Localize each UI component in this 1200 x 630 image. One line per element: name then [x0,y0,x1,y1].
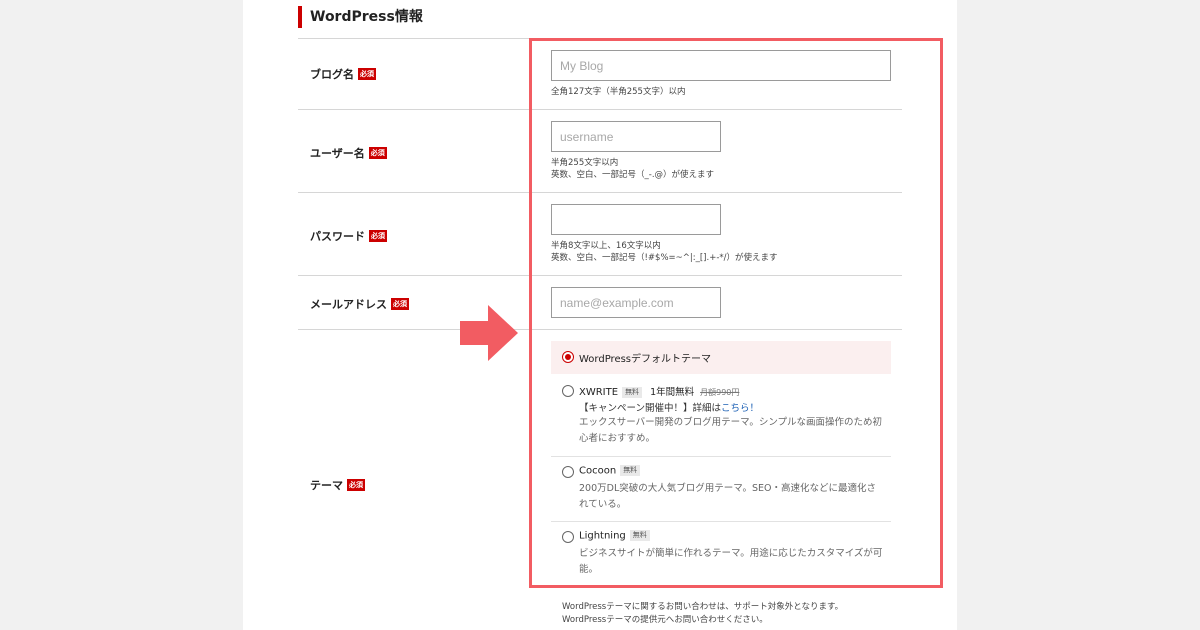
username-help-2: 英数、空白、一部記号（_-.@）が使えます [551,170,715,180]
theme-option-xwrite[interactable]: XWRITE 無料 1年間無料 月額990円 【キャンペーン開催中！】詳細はこちら！ … [551,376,891,456]
required-badge: 必須 [391,298,409,310]
xwrite-desc: エックスサーバー開発のブログ用テーマ。シンプルな画面操作のため初心者におすすめ。 [579,417,883,444]
email-input[interactable] [551,287,721,318]
theme-option-default[interactable]: WordPressデフォルトテーマ [551,341,891,374]
campaign-link[interactable]: こちら！ [721,403,759,414]
required-badge: 必須 [369,230,387,242]
cocoon-desc: 200万DL突破の大人気ブログ用テーマ。SEO・高速化などに最適化されている。 [579,483,876,510]
password-help-2: 英数、空白、一部記号（!#$%=~^|:_[].+-*/）が使えます [551,253,778,263]
free-badge: 無料 [622,386,643,398]
row-divider [298,109,902,110]
row-divider [298,38,902,39]
theme-label: テーマ 必須 [310,479,365,492]
email-label: メールアドレス 必須 [310,298,409,311]
lightning-desc: ビジネスサイトが簡単に作れるテーマ。用途に応じたカスタマイズが可能。 [579,548,883,575]
theme-option-lightning[interactable]: Lightning 無料 ビジネスサイトが簡単に作れるテーマ。用途に応じたカスタマ… [551,522,891,586]
required-badge: 必須 [347,479,365,491]
password-help-1: 半角8文字以上、16文字以内 [551,241,661,251]
password-label: パスワード 必須 [310,230,387,243]
username-label: ユーザー名 必須 [310,147,387,160]
radio-icon[interactable] [562,531,574,543]
footer-note-2: WordPressテーマの提供元へお問い合わせください。 [562,615,768,625]
radio-selected-icon[interactable] [562,351,574,363]
free-badge: 無料 [620,465,641,476]
row-divider [298,192,902,193]
password-input[interactable] [551,204,721,235]
blog-name-label: ブログ名 必須 [310,68,376,81]
free-badge: 無料 [629,530,650,541]
promo-text: 1年間無料 [650,387,695,398]
required-badge: 必須 [358,68,376,80]
row-divider [298,275,902,276]
blog-name-help: 全角127文字（半角255文字）以内 [551,87,686,97]
required-badge: 必須 [368,147,387,159]
username-input[interactable] [551,121,721,152]
blog-name-input[interactable] [551,50,891,81]
row-divider [298,329,902,330]
username-help-1: 半角255文字以内 [551,158,619,168]
original-price: 月額990円 [700,388,740,397]
radio-icon[interactable] [562,385,574,397]
radio-icon[interactable] [562,466,574,478]
theme-option-cocoon[interactable]: Cocoon 無料 200万DL突破の大人気ブログ用テーマ。SEO・高速化などに最… [551,457,891,521]
section-title: WordPress情報 [298,6,423,28]
pointer-arrow-icon [460,305,518,365]
footer-note-1: WordPressテーマに関するお問い合わせは、サポート対象外となります。 [562,602,844,612]
